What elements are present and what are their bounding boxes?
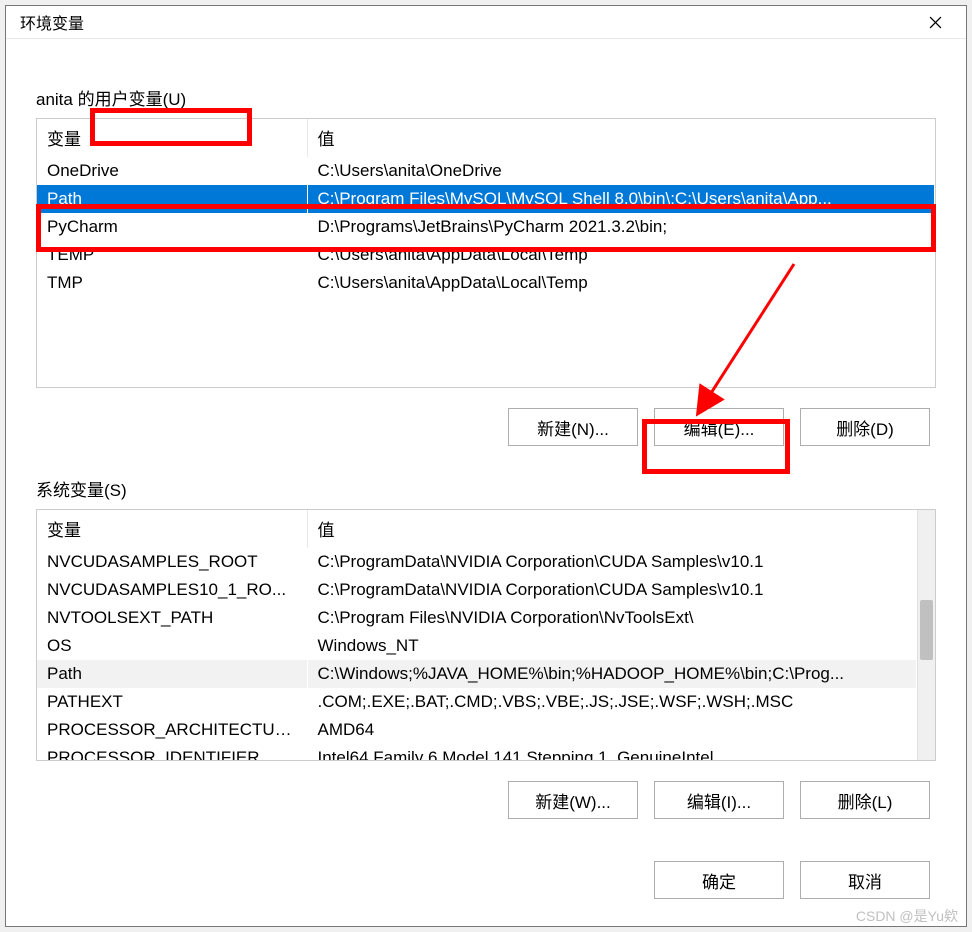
table-row[interactable]: OneDriveC:\Users\anita\OneDrive: [37, 157, 935, 186]
environment-variables-dialog: 环境变量 anita 的用户变量(U) 变量 值: [5, 5, 967, 927]
table-row[interactable]: TMPC:\Users\anita\AppData\Local\Temp: [37, 269, 935, 297]
table-row[interactable]: NVCUDASAMPLES10_1_RO...C:\ProgramData\NV…: [37, 576, 917, 604]
table-row[interactable]: PathC:\Windows;%JAVA_HOME%\bin;%HADOOP_H…: [37, 660, 917, 688]
table-row[interactable]: PROCESSOR_IDENTIFIERIntel64 Family 6 Mod…: [37, 744, 917, 760]
delete-user-var-button[interactable]: 删除(D): [800, 408, 930, 446]
table-row[interactable]: PROCESSOR_ARCHITECTUREAMD64: [37, 716, 917, 744]
column-header-value[interactable]: 值: [307, 510, 917, 548]
new-sys-var-button[interactable]: 新建(W)...: [508, 781, 638, 819]
system-variables-label: 系统变量(S): [36, 476, 936, 501]
close-icon[interactable]: [912, 6, 958, 38]
scrollbar-thumb[interactable]: [920, 600, 933, 660]
scrollbar[interactable]: [917, 510, 935, 760]
edit-sys-var-button[interactable]: 编辑(I)...: [654, 781, 784, 819]
system-variables-table[interactable]: 变量 值 NVCUDASAMPLES_ROOTC:\ProgramData\NV…: [36, 509, 936, 761]
dialog-title: 环境变量: [20, 10, 84, 34]
table-row[interactable]: PyCharmD:\Programs\JetBrains\PyCharm 202…: [37, 213, 935, 241]
user-variables-label: anita 的用户变量(U): [36, 85, 936, 110]
column-header-variable[interactable]: 变量: [37, 119, 307, 157]
watermark: CSDN @是Yu欸: [856, 906, 958, 926]
column-header-value[interactable]: 值: [307, 119, 935, 157]
cancel-button[interactable]: 取消: [800, 861, 930, 899]
table-row[interactable]: PATHEXT.COM;.EXE;.BAT;.CMD;.VBS;.VBE;.JS…: [37, 688, 917, 716]
delete-sys-var-button[interactable]: 删除(L): [800, 781, 930, 819]
table-row[interactable]: NVTOOLSEXT_PATHC:\Program Files\NVIDIA C…: [37, 604, 917, 632]
titlebar: 环境变量: [6, 6, 966, 39]
table-row[interactable]: NVCUDASAMPLES_ROOTC:\ProgramData\NVIDIA …: [37, 548, 917, 577]
edit-user-var-button[interactable]: 编辑(E)...: [654, 408, 784, 446]
ok-button[interactable]: 确定: [654, 861, 784, 899]
column-header-variable[interactable]: 变量: [37, 510, 307, 548]
table-row[interactable]: TEMPC:\Users\anita\AppData\Local\Temp: [37, 241, 935, 269]
user-variables-table[interactable]: 变量 值 OneDriveC:\Users\anita\OneDrive Pat…: [36, 118, 936, 388]
table-row[interactable]: OSWindows_NT: [37, 632, 917, 660]
table-row[interactable]: PathC:\Program Files\MySQL\MySQL Shell 8…: [37, 185, 935, 213]
new-user-var-button[interactable]: 新建(N)...: [508, 408, 638, 446]
